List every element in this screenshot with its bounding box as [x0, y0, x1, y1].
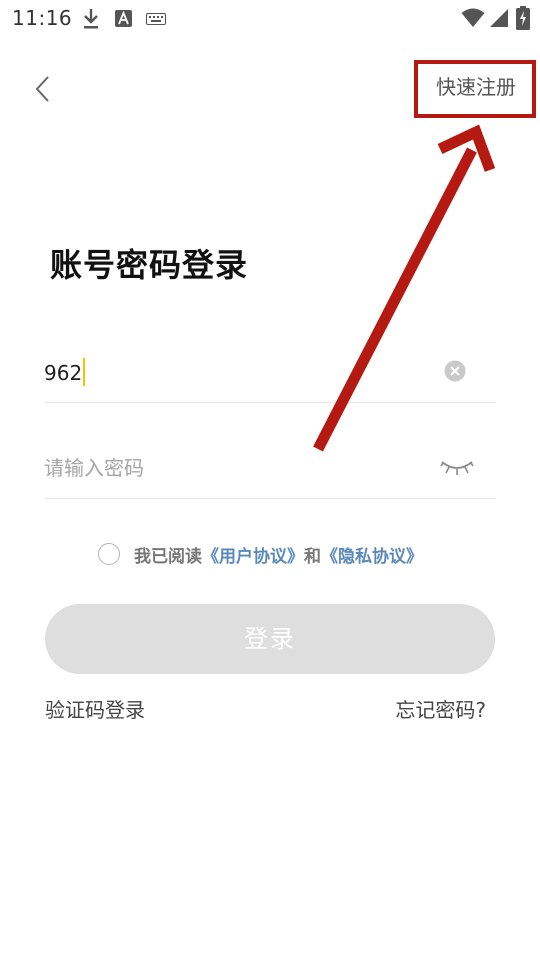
agreement-row: 我已阅读 《用户协议》 和 《隐私协议》: [98, 540, 423, 568]
privacy-policy-link[interactable]: 《隐私协议》: [321, 542, 423, 567]
user-agreement-link[interactable]: 《用户协议》: [202, 542, 304, 567]
login-screen: 11:16 快速注册 账号密码登录 962 我已阅读 《用户协议》 和 《隐私协…: [0, 0, 540, 960]
agreement-conjunction: 和: [304, 546, 321, 567]
sms-login-link[interactable]: 验证码登录: [45, 694, 145, 723]
quick-register-link[interactable]: 快速注册: [416, 62, 536, 116]
back-button[interactable]: [26, 68, 62, 110]
password-field[interactable]: [44, 438, 496, 499]
account-value: 962: [44, 361, 83, 385]
wifi-icon: [461, 8, 485, 27]
agreement-checkbox[interactable]: [98, 543, 120, 565]
account-input[interactable]: 962: [44, 358, 86, 386]
text-caret: [83, 358, 86, 386]
text-a-icon: [115, 10, 132, 27]
signal-icon: [490, 9, 508, 27]
login-button[interactable]: 登录: [45, 604, 495, 674]
eye-closed-icon[interactable]: [440, 458, 474, 478]
chevron-left-icon: [35, 76, 49, 102]
status-bar: 11:16: [0, 0, 540, 38]
download-icon: [84, 9, 98, 29]
clear-icon[interactable]: [444, 360, 466, 382]
agreement-prefix: 我已阅读: [134, 546, 202, 567]
forgot-password-link[interactable]: 忘记密码?: [395, 694, 486, 723]
account-field[interactable]: 962: [44, 342, 496, 403]
battery-icon: [516, 6, 530, 30]
status-time: 11:16: [12, 6, 73, 30]
password-input[interactable]: [44, 448, 424, 488]
page-title: 账号密码登录: [50, 246, 249, 284]
keyboard-icon: [146, 13, 166, 25]
